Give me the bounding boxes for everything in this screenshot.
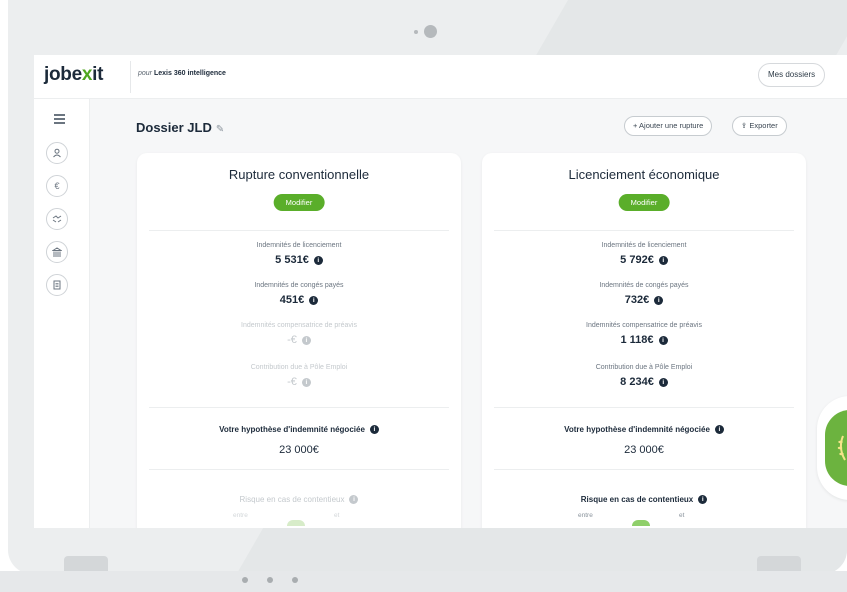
divider	[149, 407, 449, 408]
info-icon[interactable]: i	[658, 256, 668, 265]
info-icon[interactable]: i	[349, 495, 359, 504]
risk-and-label: et	[334, 512, 340, 519]
amount-label: Contribution due à Pôle Emploi	[595, 364, 693, 371]
laurel-icon	[825, 410, 847, 486]
add-rupture-button[interactable]: + Ajouter une rupture	[624, 116, 713, 136]
amount-label: Indemnités de congés payés	[599, 282, 689, 289]
euro-icon[interactable]: €	[46, 175, 68, 197]
risk-and-label: et	[679, 512, 685, 519]
card-title: Rupture conventionnelle	[228, 167, 370, 182]
info-icon[interactable]: i	[301, 378, 311, 387]
amount-label: Indemnités de licenciement	[256, 242, 342, 249]
laptop-foot-right	[757, 556, 801, 571]
info-icon[interactable]: i	[658, 336, 668, 345]
info-icon[interactable]: i	[313, 256, 323, 265]
handshake-icon[interactable]	[46, 208, 68, 230]
topbar-divider	[130, 61, 131, 93]
export-button[interactable]: ⇪ Exporter	[732, 116, 787, 136]
amount-value: -€ i	[137, 376, 461, 388]
hypothesis-label: Votre hypothèse d'indemnité négociée i	[137, 425, 461, 434]
amount-value: 5 792€ i	[482, 254, 806, 266]
hamburger-menu-icon[interactable]	[54, 114, 65, 126]
info-icon[interactable]: i	[658, 378, 668, 387]
laptop-base	[0, 571, 847, 592]
info-icon[interactable]: i	[714, 425, 724, 434]
amount-value: 5 531€ i	[137, 254, 461, 266]
modify-button[interactable]: Modifier	[618, 194, 670, 211]
user-icon[interactable]	[46, 142, 68, 164]
partner-tagline: pour Lexis 360 intelligence	[138, 70, 226, 77]
amount-label: Contribution due à Pôle Emploi	[250, 364, 348, 371]
sensor-dot	[414, 30, 418, 34]
amount-label: Indemnités compensatrice de préavis	[586, 322, 702, 329]
risk-gauge	[632, 520, 650, 526]
info-icon[interactable]: i	[654, 296, 664, 305]
pencil-icon[interactable]: ✎	[216, 124, 224, 135]
hypothesis-label: Votre hypothèse d'indemnité négociée i	[482, 425, 806, 434]
scenario-card: Rupture conventionnelle Modifier Indemni…	[137, 153, 461, 528]
divider	[149, 230, 449, 231]
info-icon[interactable]: i	[369, 425, 379, 434]
jobexit-logo[interactable]: jobexit	[44, 64, 103, 86]
scenario-card: Licenciement économique Modifier Indemni…	[482, 153, 806, 528]
card-title: Licenciement économique	[568, 167, 720, 182]
camera-icon	[424, 25, 437, 38]
amount-value: 451€ i	[137, 294, 461, 306]
award-badge	[817, 396, 847, 500]
my-files-button[interactable]: Mes dossiers	[758, 63, 826, 87]
risk-between-label: entre	[233, 512, 248, 519]
modify-button[interactable]: Modifier	[273, 194, 325, 211]
amount-value: 732€ i	[482, 294, 806, 306]
risk-between-label: entre	[578, 512, 593, 519]
divider	[494, 230, 794, 231]
amount-label: Indemnités compensatrice de préavis	[241, 322, 357, 329]
hypothesis-value: 23 000€	[624, 444, 664, 456]
amount-label: Indemnités de licenciement	[601, 242, 687, 249]
amount-value: 1 118€ i	[482, 334, 806, 346]
bank-icon[interactable]	[46, 241, 68, 263]
device-mockup: jobexit pour Lexis 360 intelligence Mes …	[0, 0, 847, 592]
main-content: Dossier JLD ✎ + Ajouter une rupture ⇪ Exp…	[91, 99, 847, 528]
page-title: Dossier JLD ✎	[136, 120, 225, 135]
amount-value: -€ i	[137, 334, 461, 346]
divider	[149, 469, 449, 470]
risk-label: Risque en cas de contentieux i	[482, 495, 806, 504]
hypothesis-value: 23 000€	[279, 444, 319, 456]
sidebar: €	[34, 99, 90, 528]
info-icon[interactable]: i	[698, 495, 708, 504]
amount-label: Indemnités de congés payés	[254, 282, 344, 289]
amount-value: 8 234€ i	[482, 376, 806, 388]
info-icon[interactable]: i	[309, 296, 319, 305]
document-icon[interactable]	[46, 274, 68, 296]
divider	[494, 469, 794, 470]
laptop-foot-left	[64, 556, 108, 571]
risk-gauge	[287, 520, 305, 526]
risk-label: Risque en cas de contentieux i	[137, 495, 461, 504]
info-icon[interactable]: i	[301, 336, 311, 345]
divider	[494, 407, 794, 408]
app-screen: jobexit pour Lexis 360 intelligence Mes …	[34, 55, 847, 528]
pagination-dots	[242, 577, 298, 583]
top-bar: jobexit pour Lexis 360 intelligence Mes …	[34, 55, 847, 99]
